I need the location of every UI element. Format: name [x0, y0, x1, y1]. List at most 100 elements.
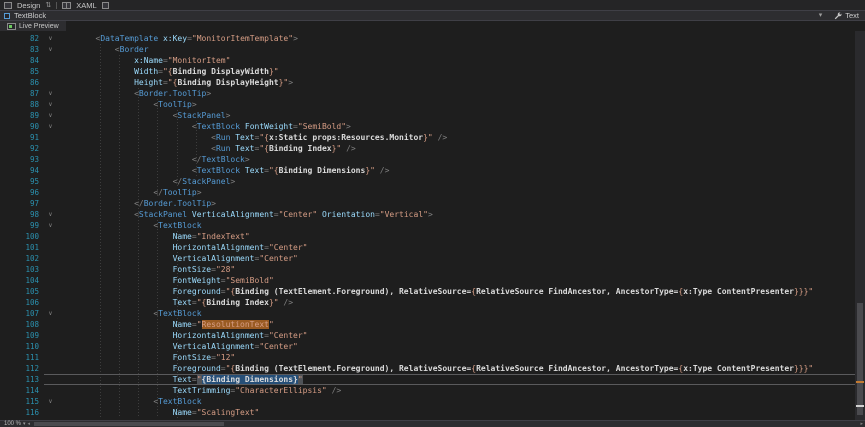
fold-chevron-icon[interactable]: ∨: [44, 220, 57, 231]
zoom-level[interactable]: 100 %: [0, 421, 23, 427]
code-line[interactable]: 96 </ToolTip>: [0, 187, 865, 198]
code-line[interactable]: 86 Height="{Binding DisplayHeight}">: [0, 77, 865, 88]
code-line[interactable]: 97 </Border.ToolTip>: [0, 198, 865, 209]
pop-out-icon[interactable]: [102, 2, 109, 9]
code-line[interactable]: 100 Name="IndexText": [0, 231, 865, 242]
code-editor[interactable]: 82∨ <DataTemplate x:Key="MonitorItemTemp…: [0, 31, 865, 420]
line-number: 85: [14, 66, 44, 77]
fold-chevron-icon[interactable]: ∨: [44, 88, 57, 99]
line-number: 109: [14, 330, 44, 341]
code-line[interactable]: 103 FontSize="28": [0, 264, 865, 275]
code-line[interactable]: 85 Width="{Binding DisplayWidth}": [0, 66, 865, 77]
breadcrumb-bar: TextBlock ▾ Text: [0, 11, 865, 21]
line-number: 93: [14, 154, 44, 165]
code-line[interactable]: 115∨ <TextBlock: [0, 396, 865, 407]
split-view-icon[interactable]: [62, 2, 71, 9]
line-number: 95: [14, 176, 44, 187]
swap-panes-icon[interactable]: ⇅: [45, 2, 51, 9]
code-line[interactable]: 98∨ <StackPanel VerticalAlignment="Cente…: [0, 209, 865, 220]
code-line[interactable]: 99∨ <TextBlock: [0, 220, 865, 231]
code-line[interactable]: 114 TextTrimming="CharacterEllipsis" />: [0, 385, 865, 396]
breadcrumb-dropdown-icon[interactable]: ▾: [819, 12, 823, 19]
code-line[interactable]: 84 x:Name="MonitorItem": [0, 55, 865, 66]
code-line[interactable]: 107∨ <TextBlock: [0, 308, 865, 319]
line-number: 97: [14, 198, 44, 209]
line-number: 92: [14, 143, 44, 154]
fold-chevron-icon[interactable]: ∨: [44, 209, 57, 220]
line-number: 89: [14, 110, 44, 121]
code-line[interactable]: 83∨ <Border: [0, 44, 865, 55]
code-line[interactable]: 87∨ <Border.ToolTip>: [0, 88, 865, 99]
design-pane-label[interactable]: Design: [17, 1, 40, 10]
line-number: 86: [14, 77, 44, 88]
designer-toolbar: Design ⇅ XAML: [0, 0, 865, 11]
code-line[interactable]: 90∨ <TextBlock FontWeight="SemiBold">: [0, 121, 865, 132]
code-line[interactable]: 82∨ <DataTemplate x:Key="MonitorItemTemp…: [0, 33, 865, 44]
line-number: 116: [14, 407, 44, 418]
code-line[interactable]: 110 VerticalAlignment="Center": [0, 341, 865, 352]
line-number: 112: [14, 363, 44, 374]
code-line[interactable]: 104 FontWeight="SemiBold": [0, 275, 865, 286]
line-number: 94: [14, 165, 44, 176]
code-line[interactable]: 91 <Run Text="{x:Static props:Resources.…: [0, 132, 865, 143]
code-line[interactable]: 95 </StackPanel>: [0, 176, 865, 187]
preview-tab-row: Live Preview: [0, 21, 865, 31]
horizontal-scrollbar-thumb[interactable]: [34, 422, 224, 426]
line-number: 83: [14, 44, 44, 55]
scrollbar-match-marker: [856, 381, 864, 383]
code-line[interactable]: 88∨ <ToolTip>: [0, 99, 865, 110]
code-line[interactable]: 109 HorizontalAlignment="Center": [0, 330, 865, 341]
line-number: 106: [14, 297, 44, 308]
fold-chevron-icon[interactable]: ∨: [44, 99, 57, 110]
code-line[interactable]: 108 Name="ResolutionText": [0, 319, 865, 330]
line-number: 113: [14, 374, 44, 385]
code-line[interactable]: 102 VerticalAlignment="Center": [0, 253, 865, 264]
scroll-right-icon[interactable]: ▸: [858, 422, 865, 427]
live-preview-label: Live Preview: [19, 23, 59, 30]
live-preview-icon: [7, 23, 16, 30]
code-line[interactable]: 94 <TextBlock Text="{Binding Dimensions}…: [0, 165, 865, 176]
horizontal-scrollbar[interactable]: ◂ ▸: [26, 421, 865, 427]
xaml-editor-window: Design ⇅ XAML TextBlock ▾ Text Live Prev…: [0, 0, 865, 427]
code-line[interactable]: 89∨ <StackPanel>: [0, 110, 865, 121]
fold-chevron-icon[interactable]: ∨: [44, 33, 57, 44]
line-number: 108: [14, 319, 44, 330]
toolbar-separator: [56, 2, 57, 9]
code-line[interactable]: 101 HorizontalAlignment="Center": [0, 242, 865, 253]
horizontal-scrollbar-track[interactable]: [32, 421, 858, 427]
design-surface-icon: [4, 2, 12, 9]
line-number: 111: [14, 352, 44, 363]
breadcrumb-property[interactable]: Text: [845, 11, 859, 20]
fold-chevron-icon[interactable]: ∨: [44, 308, 57, 319]
code-line[interactable]: 105 Foreground="{Binding (TextElement.Fo…: [0, 286, 865, 297]
code-line[interactable]: 92 <Run Text="{Binding Index}" />: [0, 143, 865, 154]
fold-chevron-icon[interactable]: ∨: [44, 121, 57, 132]
code-line[interactable]: 93 </TextBlock>: [0, 154, 865, 165]
fold-chevron-icon[interactable]: ∨: [44, 396, 57, 407]
line-number: 107: [14, 308, 44, 319]
xaml-pane-label[interactable]: XAML: [76, 1, 96, 10]
code-lines: 82∨ <DataTemplate x:Key="MonitorItemTemp…: [0, 33, 865, 418]
code-line[interactable]: 111 FontSize="12": [0, 352, 865, 363]
vertical-scrollbar[interactable]: [855, 31, 865, 420]
line-number: 84: [14, 55, 44, 66]
code-line[interactable]: 112 Foreground="{Binding (TextElement.Fo…: [0, 363, 865, 374]
code-line[interactable]: 113 Text="{Binding Dimensions}": [0, 374, 865, 385]
line-number: 103: [14, 264, 44, 275]
breadcrumb-element[interactable]: TextBlock: [14, 11, 46, 20]
line-number: 114: [14, 385, 44, 396]
line-number: 87: [14, 88, 44, 99]
line-number: 115: [14, 396, 44, 407]
live-preview-tab[interactable]: Live Preview: [0, 21, 66, 31]
wrench-icon: [834, 12, 842, 20]
code-line[interactable]: 106 Text="{Binding Index}" />: [0, 297, 865, 308]
line-number: 88: [14, 99, 44, 110]
code-line[interactable]: 116 Name="ScalingText": [0, 407, 865, 418]
fold-chevron-icon[interactable]: ∨: [44, 44, 57, 55]
line-number: 101: [14, 242, 44, 253]
fold-chevron-icon[interactable]: ∨: [44, 110, 57, 121]
line-number: 98: [14, 209, 44, 220]
vertical-scrollbar-thumb[interactable]: [857, 303, 863, 415]
editor-status-bar: 100 % ▾ ◂ ▸: [0, 420, 865, 427]
line-number: 82: [14, 33, 44, 44]
